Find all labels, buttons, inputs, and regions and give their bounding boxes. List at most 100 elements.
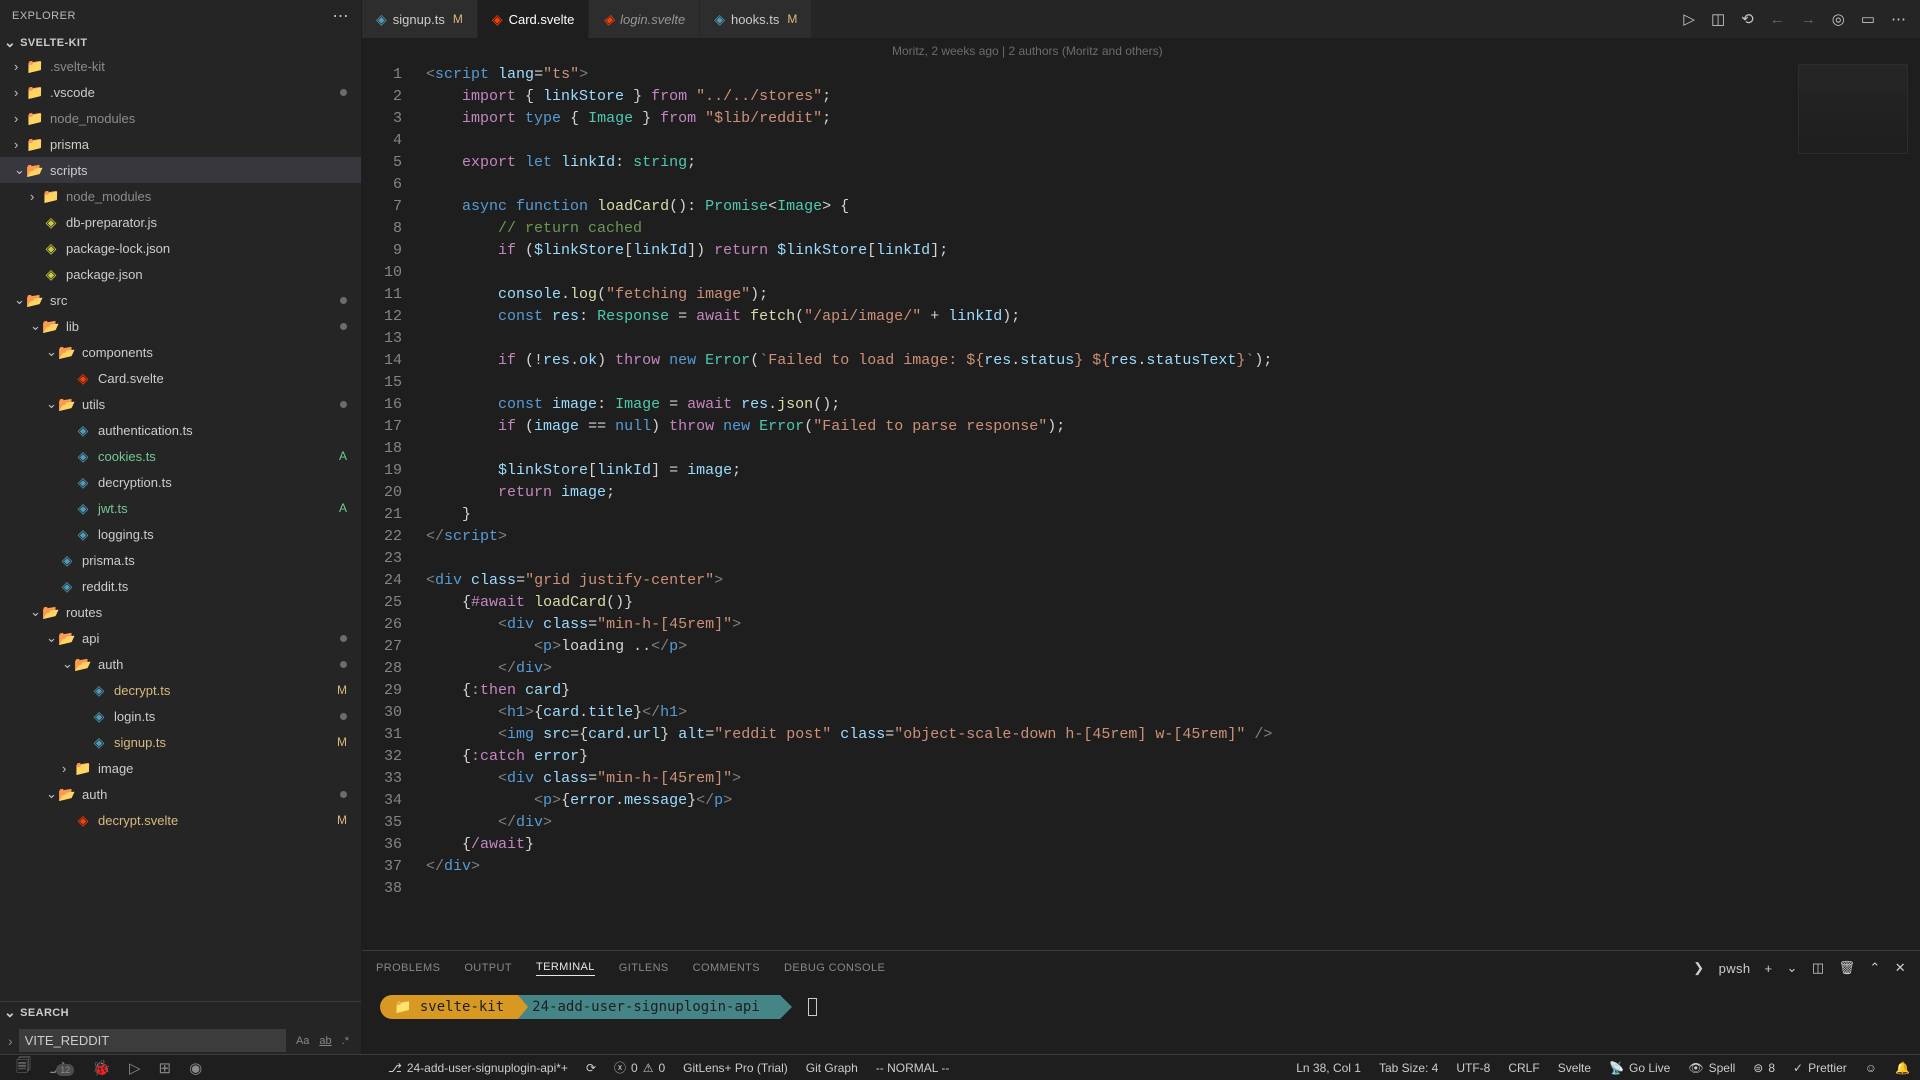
file-item[interactable]: ◈decryption.ts xyxy=(0,469,361,495)
status-problems[interactable]: ⓧ 0 ⚠ 0 xyxy=(614,1059,665,1076)
status-tab-size[interactable]: Tab Size: 4 xyxy=(1379,1061,1438,1075)
file-item[interactable]: ◈package-lock.json xyxy=(0,235,361,261)
navigate-icon[interactable]: ◎ xyxy=(1832,10,1845,28)
file-item[interactable]: ◈logging.ts xyxy=(0,521,361,547)
folder-item[interactable]: ›📁.svelte-kit xyxy=(0,53,361,79)
file-item[interactable]: ◈jwt.tsA xyxy=(0,495,361,521)
file-item[interactable]: ◈Card.svelte xyxy=(0,365,361,391)
folder-item[interactable]: ⌄📂scripts xyxy=(0,157,361,183)
folder-item[interactable]: ⌄📂routes xyxy=(0,599,361,625)
nav-back-icon[interactable]: ← xyxy=(1770,11,1785,28)
file-tree[interactable]: ›📁.svelte-kit›📁.vscode›📁node_modules›📁pr… xyxy=(0,53,361,1001)
folder-item[interactable]: ›📁node_modules xyxy=(0,105,361,131)
panel-tab-debug[interactable]: DEBUG CONSOLE xyxy=(784,962,885,974)
folder-item[interactable]: ›📁node_modules xyxy=(0,183,361,209)
status-spell-count[interactable]: ⊜ 8 xyxy=(1753,1061,1775,1075)
blame-annotation: Moritz, 2 weeks ago | 2 authors (Moritz … xyxy=(362,38,1920,64)
file-item[interactable]: ◈decrypt.tsM xyxy=(0,677,361,703)
explorer-more-icon[interactable]: ⋯ xyxy=(333,6,350,26)
file-item[interactable]: ◈package.json xyxy=(0,261,361,287)
file-item[interactable]: ◈authentication.ts xyxy=(0,417,361,443)
folder-item[interactable]: ⌄📂auth xyxy=(0,651,361,677)
split-icon[interactable]: ◫ xyxy=(1711,10,1725,28)
whole-word-icon[interactable]: ab xyxy=(315,1033,335,1049)
regex-icon[interactable]: .* xyxy=(338,1033,353,1049)
editor-tab[interactable]: ◈login.svelte xyxy=(589,0,700,38)
status-bell-icon[interactable]: 🔔 xyxy=(1895,1061,1910,1075)
project-section-header[interactable]: ⌄ SVELTE-KIT xyxy=(0,32,361,53)
scm-icon[interactable]: ⎇12 xyxy=(49,1059,74,1077)
panel-tab-comments[interactable]: COMMENTS xyxy=(693,962,760,974)
search-input[interactable] xyxy=(19,1029,286,1052)
editor-tab[interactable]: ◈hooks.tsM xyxy=(700,0,812,38)
panel-tab-problems[interactable]: PROBLEMS xyxy=(376,962,440,974)
gutter: 1234567891011121314151617181920212223242… xyxy=(362,64,426,950)
search-expand-icon[interactable]: › xyxy=(8,1033,13,1049)
folder-item[interactable]: ›📁prisma xyxy=(0,131,361,157)
more-icon[interactable]: ⋯ xyxy=(1891,10,1906,28)
file-item[interactable]: ◈prisma.ts xyxy=(0,547,361,573)
folder-item[interactable]: ⌄📂auth xyxy=(0,781,361,807)
folder-item[interactable]: ⌄📂api xyxy=(0,625,361,651)
chevron-down-icon: ⌄ xyxy=(4,1004,16,1021)
file-item[interactable]: ◈cookies.tsA xyxy=(0,443,361,469)
minimap[interactable] xyxy=(1798,64,1908,154)
folder-item[interactable]: ›📁image xyxy=(0,755,361,781)
status-prettier[interactable]: ✓ Prettier xyxy=(1793,1061,1847,1075)
status-encoding[interactable]: UTF-8 xyxy=(1456,1061,1490,1075)
status-eol[interactable]: CRLF xyxy=(1508,1061,1539,1075)
match-case-icon[interactable]: Aa xyxy=(292,1033,313,1049)
search-header[interactable]: ⌄ SEARCH xyxy=(0,1002,361,1023)
status-language[interactable]: Svelte xyxy=(1558,1061,1591,1075)
files-icon[interactable]: 🗐 xyxy=(16,1055,31,1080)
run-debug-icon[interactable]: ▷ xyxy=(129,1059,141,1077)
explorer-title: EXPLORER xyxy=(12,10,76,22)
extensions-icon[interactable]: ⊞ xyxy=(159,1059,172,1077)
split-terminal-icon[interactable]: ◫ xyxy=(1812,960,1825,976)
file-item[interactable]: ◈decrypt.svelteM xyxy=(0,807,361,833)
editor-tabs: ◈signup.tsM◈Card.svelte◈login.svelte◈hoo… xyxy=(362,0,812,38)
terminal-cursor xyxy=(808,998,817,1016)
terminal-shell-icon[interactable]: ❯ xyxy=(1693,960,1704,976)
run-icon[interactable]: ▷ xyxy=(1683,10,1695,28)
status-vim-mode: -- NORMAL -- xyxy=(876,1061,950,1075)
file-item[interactable]: ◈reddit.ts xyxy=(0,573,361,599)
folder-item[interactable]: ⌄📂utils xyxy=(0,391,361,417)
layout-icon[interactable]: ▭ xyxy=(1861,10,1875,28)
folder-item[interactable]: ⌄📂lib xyxy=(0,313,361,339)
remote-icon[interactable]: ◉ xyxy=(189,1059,202,1077)
status-cursor-pos[interactable]: Ln 38, Col 1 xyxy=(1296,1061,1361,1075)
file-item[interactable]: ◈login.ts xyxy=(0,703,361,729)
kill-terminal-icon[interactable]: 🗑 xyxy=(1839,960,1856,976)
new-terminal-icon[interactable]: + xyxy=(1765,961,1773,976)
status-gitgraph[interactable]: Git Graph xyxy=(806,1061,858,1075)
maximize-panel-icon[interactable]: ⌃ xyxy=(1869,960,1880,976)
nav-fwd-icon[interactable]: → xyxy=(1801,11,1816,28)
debug-icon[interactable]: 🐞 xyxy=(92,1059,111,1077)
code-editor[interactable]: 1234567891011121314151617181920212223242… xyxy=(362,64,1920,950)
status-golive[interactable]: 📡 Go Live xyxy=(1609,1061,1670,1075)
tabs-bar: ◈signup.tsM◈Card.svelte◈login.svelte◈hoo… xyxy=(362,0,1920,38)
folder-item[interactable]: ⌄📂src xyxy=(0,287,361,313)
explorer-header: EXPLORER ⋯ xyxy=(0,0,361,32)
close-panel-icon[interactable]: ✕ xyxy=(1895,960,1906,976)
panel-tab-output[interactable]: OUTPUT xyxy=(464,962,512,974)
status-feedback-icon[interactable]: ☺ xyxy=(1865,1061,1877,1075)
status-spell[interactable]: 👁 Spell xyxy=(1688,1061,1735,1075)
status-branch[interactable]: ⎇ 24-add-user-signuplogin-api*+ xyxy=(388,1061,568,1075)
editor-tab[interactable]: ◈Card.svelte xyxy=(478,0,590,38)
folder-item[interactable]: ›📁.vscode xyxy=(0,79,361,105)
editor-tab[interactable]: ◈signup.tsM xyxy=(362,0,478,38)
status-gitlens[interactable]: GitLens+ Pro (Trial) xyxy=(683,1061,788,1075)
panel-tab-terminal[interactable]: TERMINAL xyxy=(536,961,595,976)
file-item[interactable]: ◈signup.tsM xyxy=(0,729,361,755)
folder-item[interactable]: ⌄📂components xyxy=(0,339,361,365)
terminal-dropdown-icon[interactable]: ⌄ xyxy=(1787,960,1798,976)
code-content[interactable]: <script lang="ts"> import { linkStore } … xyxy=(426,64,1920,950)
file-item[interactable]: ◈db-preparator.js xyxy=(0,209,361,235)
search-title: SEARCH xyxy=(20,1007,69,1019)
panel-tab-gitlens[interactable]: GITLENS xyxy=(619,962,669,974)
compare-icon[interactable]: ⟲ xyxy=(1741,10,1754,28)
status-sync[interactable]: ⟳ xyxy=(586,1061,596,1075)
status-bar: 🗐 ⎇12 🐞 ▷ ⊞ ◉ ⎇ 24-add-user-signuplogin-… xyxy=(0,1054,1920,1080)
